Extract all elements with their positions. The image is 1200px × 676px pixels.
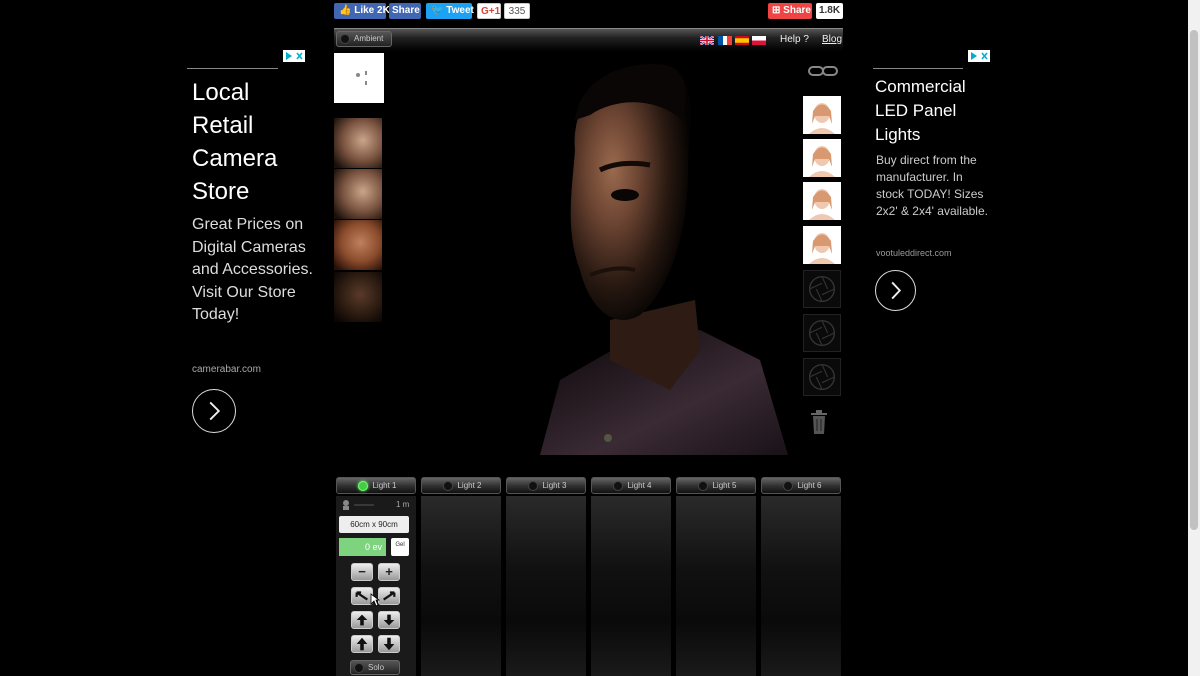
link-chain-icon[interactable] <box>808 65 838 77</box>
ad-right-body[interactable]: Buy direct from the manufacturer. In sto… <box>876 152 991 220</box>
trash-icon[interactable] <box>810 410 828 434</box>
aperture-icon[interactable] <box>803 314 841 352</box>
google-plus-count: 335 <box>504 3 530 19</box>
preset-portrait-thumb-1[interactable] <box>803 96 841 134</box>
model-thumb-4[interactable] <box>334 272 382 322</box>
aperture-icon[interactable] <box>803 358 841 396</box>
model-thumb-3[interactable] <box>334 220 382 270</box>
gel-button[interactable]: Gel <box>391 538 409 556</box>
polish-flag-icon[interactable] <box>752 36 766 45</box>
light-6-panel <box>761 496 841 676</box>
model-thumb-1[interactable] <box>334 118 382 168</box>
decrease-power-button[interactable]: − <box>351 563 373 581</box>
blog-link[interactable]: Blog <box>822 34 842 45</box>
move-down-icon[interactable] <box>378 635 400 653</box>
light-3-panel <box>506 496 586 676</box>
light-6-led-icon <box>783 480 794 491</box>
tab-light-3[interactable]: Light 3 <box>506 477 586 494</box>
english-flag-icon[interactable] <box>700 36 714 45</box>
facebook-like-button[interactable]: 👍 Like 2K <box>334 3 390 19</box>
light-setup-diagram-thumb[interactable] <box>334 53 384 103</box>
softbox-size-select[interactable]: 60cm x 90cm <box>339 516 409 533</box>
ad-divider <box>187 68 278 69</box>
scrollbar-thumb[interactable] <box>1190 30 1198 530</box>
mouse-cursor-icon <box>370 593 380 607</box>
light-5-panel <box>676 496 756 676</box>
google-plus-button[interactable]: G+1 <box>477 3 501 19</box>
rotate-right-icon[interactable] <box>378 587 400 605</box>
ad-divider <box>873 68 963 69</box>
light-2-led-icon <box>443 480 454 491</box>
tab-light-6[interactable]: Light 6 <box>761 477 841 494</box>
tab-light-4[interactable]: Light 4 <box>591 477 671 494</box>
distance-slider-icon[interactable] <box>340 499 376 511</box>
light-1-led-icon <box>358 480 369 491</box>
ad-left-title[interactable]: Local Retail Camera Store <box>192 76 312 208</box>
preset-portrait-thumb-2[interactable] <box>803 139 841 177</box>
twitter-bird-icon: 🐦 <box>431 5 444 16</box>
portrait-render <box>540 64 788 455</box>
toolbar <box>334 28 843 51</box>
light-3-led-icon <box>528 480 539 491</box>
help-link[interactable]: Help ? <box>780 34 809 45</box>
tilt-up-icon[interactable] <box>351 611 373 629</box>
aperture-icon[interactable] <box>803 270 841 308</box>
tab-light-5[interactable]: Light 5 <box>676 477 756 494</box>
share-plus-icon: ⊞ <box>772 5 781 16</box>
ambient-button[interactable]: Ambient <box>336 31 392 47</box>
light-4-panel <box>591 496 671 676</box>
solo-button[interactable]: Solo <box>350 660 400 675</box>
tab-light-1[interactable]: Light 1 <box>336 477 416 494</box>
french-flag-icon[interactable] <box>718 36 732 45</box>
move-up-icon[interactable] <box>351 635 373 653</box>
spanish-flag-icon[interactable] <box>735 36 749 45</box>
thumbs-up-icon: 👍 <box>339 5 352 16</box>
light-distance: 1 m <box>396 500 410 509</box>
adchoices-icon[interactable] <box>283 50 305 62</box>
chevron-right-icon[interactable] <box>875 270 916 311</box>
ad-left-url[interactable]: camerabar.com <box>192 364 261 375</box>
ad-right-title[interactable]: Commercial LED Panel Lights <box>875 75 990 147</box>
chevron-right-icon[interactable] <box>192 389 236 433</box>
adchoices-icon[interactable] <box>968 50 990 62</box>
model-thumb-2[interactable] <box>334 169 382 219</box>
share-button[interactable]: ⊞ Share <box>768 3 812 19</box>
facebook-share-button[interactable]: Share <box>389 3 421 19</box>
light-4-led-icon <box>613 480 624 491</box>
ad-right-url[interactable]: vootuleddirect.com <box>876 248 952 258</box>
preset-portrait-thumb-4[interactable] <box>803 226 841 264</box>
ambient-led-icon <box>340 33 350 44</box>
share-count: 1.8K <box>816 3 843 19</box>
tilt-down-icon[interactable] <box>378 611 400 629</box>
tweet-button[interactable]: 🐦 Tweet <box>426 3 474 19</box>
ad-left-body[interactable]: Great Prices on Digital Cameras and Acce… <box>192 214 322 327</box>
exposure-value[interactable]: 0 ev <box>339 538 386 556</box>
preset-portrait-thumb-3[interactable] <box>803 182 841 220</box>
light-2-panel <box>421 496 501 676</box>
solo-led-icon <box>354 662 364 673</box>
increase-power-button[interactable]: + <box>378 563 400 581</box>
tab-light-2[interactable]: Light 2 <box>421 477 501 494</box>
light-5-led-icon <box>698 480 709 491</box>
